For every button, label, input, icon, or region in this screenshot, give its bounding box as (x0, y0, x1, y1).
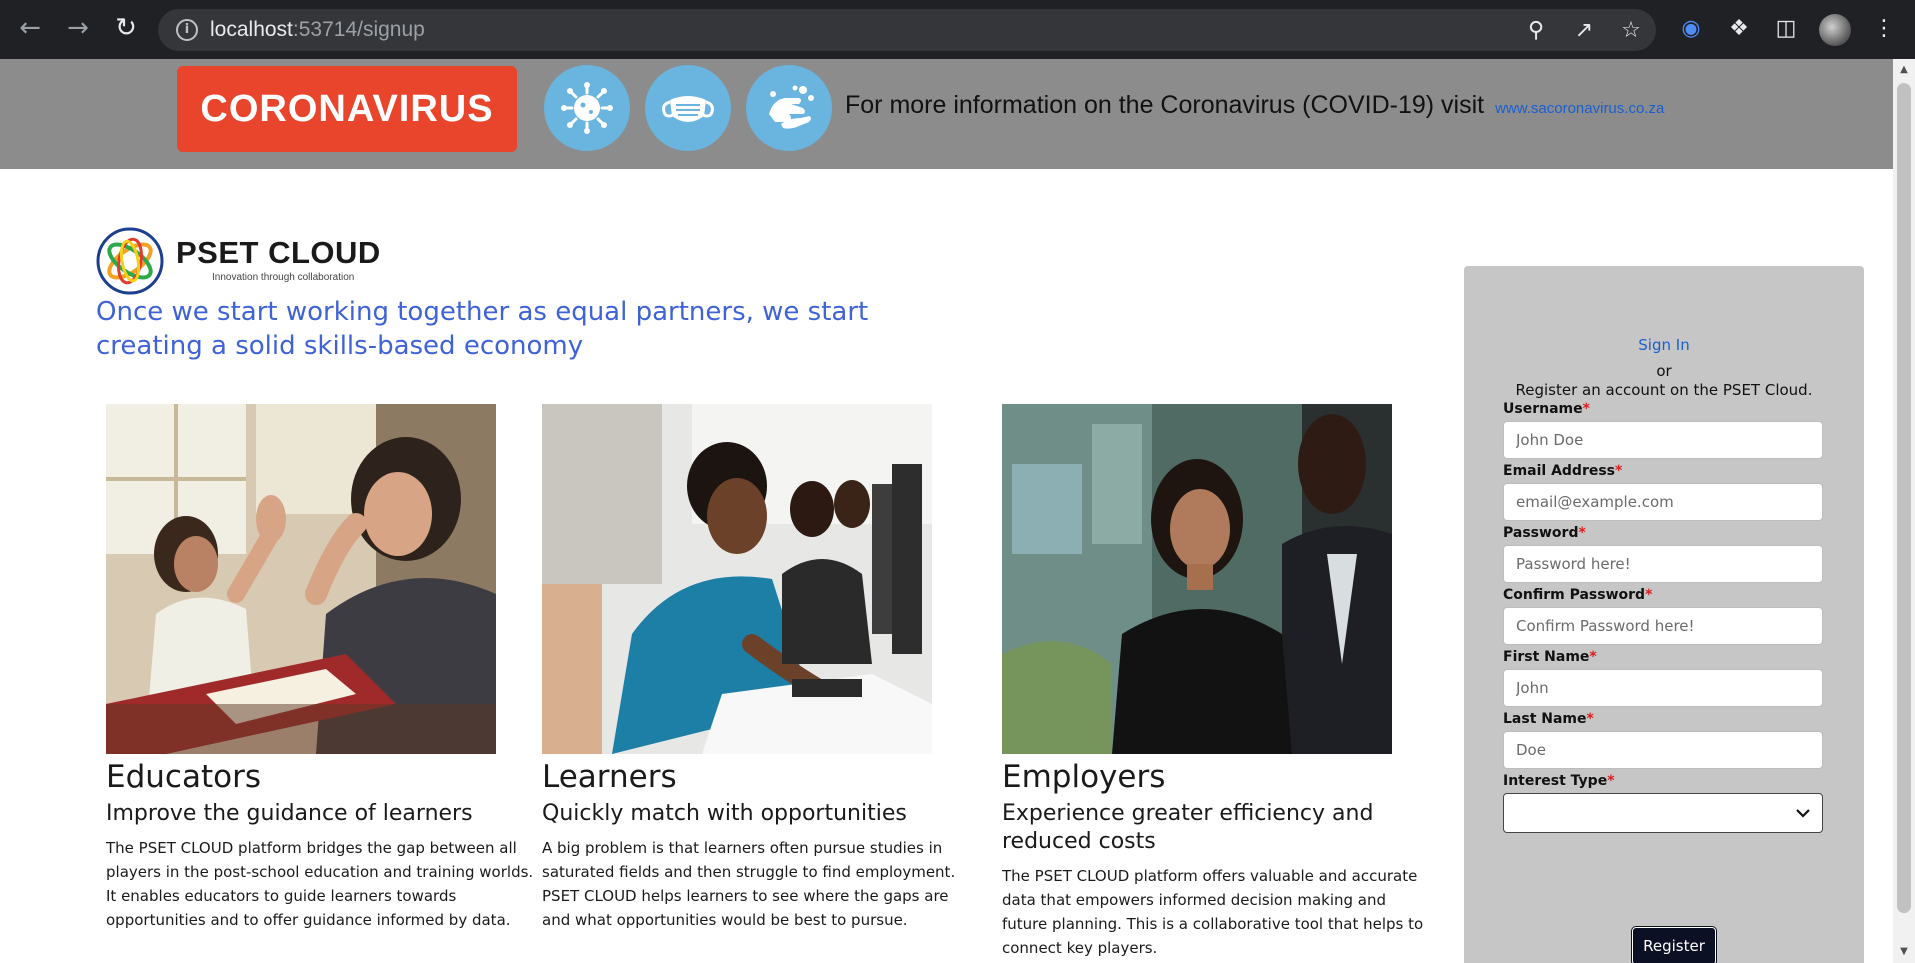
mask-icon (645, 65, 731, 151)
register-prompt: Register an account on the PSET Cloud. (1515, 381, 1813, 399)
handwash-icon (746, 65, 832, 151)
scroll-down-icon[interactable]: ▼ (1893, 941, 1915, 963)
reload-icon[interactable]: ↻ (108, 10, 144, 46)
bookmark-star-icon[interactable]: ☆ (1618, 18, 1644, 44)
menu-kebab-icon[interactable]: ⋮ (1869, 14, 1899, 44)
confirm-password-label: Confirm Password* (1503, 587, 1653, 603)
educators-column: Educators Improve the guidance of learne… (106, 404, 536, 932)
covid-info-label: For more information on the Coronavirus … (845, 91, 1485, 119)
employers-photo (1002, 404, 1392, 754)
educators-description: The PSET CLOUD platform bridges the gap … (106, 839, 534, 929)
side-panel-icon[interactable]: ◫ (1771, 14, 1801, 44)
signup-panel: Sign In or Register an account on the PS… (1464, 266, 1864, 963)
profile-avatar[interactable] (1819, 14, 1851, 46)
first-name-label: First Name* (1503, 649, 1597, 665)
register-button[interactable]: Register (1632, 927, 1716, 963)
brand-slogan: Innovation through collaboration (212, 272, 355, 283)
username-input[interactable] (1503, 421, 1823, 459)
educators-photo (106, 404, 496, 754)
learners-column: Learners Quickly match with opportunitie… (542, 404, 972, 932)
last-name-label: Last Name* (1503, 711, 1594, 727)
learners-photo (542, 404, 932, 754)
zoom-icon[interactable]: ⚲ (1523, 18, 1549, 44)
or-text: or (1656, 362, 1672, 380)
email-input[interactable] (1503, 483, 1823, 521)
share-icon[interactable]: ↗ (1571, 18, 1597, 44)
employers-title: Employers (1002, 759, 1166, 795)
forward-icon[interactable]: → (60, 10, 96, 46)
address-bar[interactable]: i localhost:53714/signup ⚲ ↗ ☆ (158, 9, 1656, 51)
educators-title: Educators (106, 759, 261, 795)
sacoronavirus-link[interactable]: www.sacoronavirus.co.za (1495, 100, 1664, 117)
page-viewport: CORONAVIRUS For more information on the … (0, 59, 1893, 963)
learners-subtitle: Quickly match with opportunities (542, 801, 907, 826)
confirm-password-input[interactable] (1503, 607, 1823, 645)
first-name-input[interactable] (1503, 669, 1823, 707)
extensions-puzzle-icon[interactable]: ❖ (1724, 14, 1754, 44)
password-label: Password* (1503, 525, 1586, 541)
site-info-icon[interactable]: i (176, 19, 198, 41)
learners-description: A big problem is that learners often pur… (542, 839, 956, 929)
username-label: Username* (1503, 401, 1590, 417)
employers-description: The PSET CLOUD platform offers valuable … (1002, 867, 1424, 957)
password-input[interactable] (1503, 545, 1823, 583)
last-name-input[interactable] (1503, 731, 1823, 769)
page-scrollbar[interactable]: ▲ ▼ (1893, 59, 1915, 963)
page-tagline: Once we start working together as equal … (96, 297, 869, 361)
browser-toolbar: ← → ↻ i localhost:53714/signup ⚲ ↗ ☆ ◉ ❖… (0, 0, 1915, 59)
covid-info-text: For more information on the Coronavirus … (845, 91, 1664, 120)
learners-title: Learners (542, 759, 677, 795)
signin-link[interactable]: Sign In (1464, 336, 1864, 354)
brand-name: PSET CLOUD (176, 235, 381, 270)
employers-column: Employers Experience greater efficiency … (1002, 404, 1432, 960)
coronavirus-button[interactable]: CORONAVIRUS (177, 66, 517, 152)
url-text[interactable]: localhost:53714/signup (210, 18, 425, 42)
interest-type-label: Interest Type* (1503, 773, 1615, 789)
educators-subtitle: Improve the guidance of learners (106, 801, 473, 826)
virus-icon (544, 65, 630, 151)
scroll-up-icon[interactable]: ▲ (1893, 59, 1915, 81)
extension-pin-icon[interactable]: ◉ (1676, 14, 1706, 44)
interest-type-select[interactable] (1503, 793, 1823, 833)
pset-logo-icon (96, 227, 164, 295)
covid-banner: CORONAVIRUS For more information on the … (0, 59, 1893, 169)
employers-subtitle: Experience greater efficiency and reduce… (1002, 801, 1374, 854)
email-label: Email Address* (1503, 463, 1623, 479)
scroll-thumb[interactable] (1897, 83, 1911, 913)
chevron-down-icon (1796, 809, 1810, 818)
back-icon[interactable]: ← (12, 10, 48, 46)
